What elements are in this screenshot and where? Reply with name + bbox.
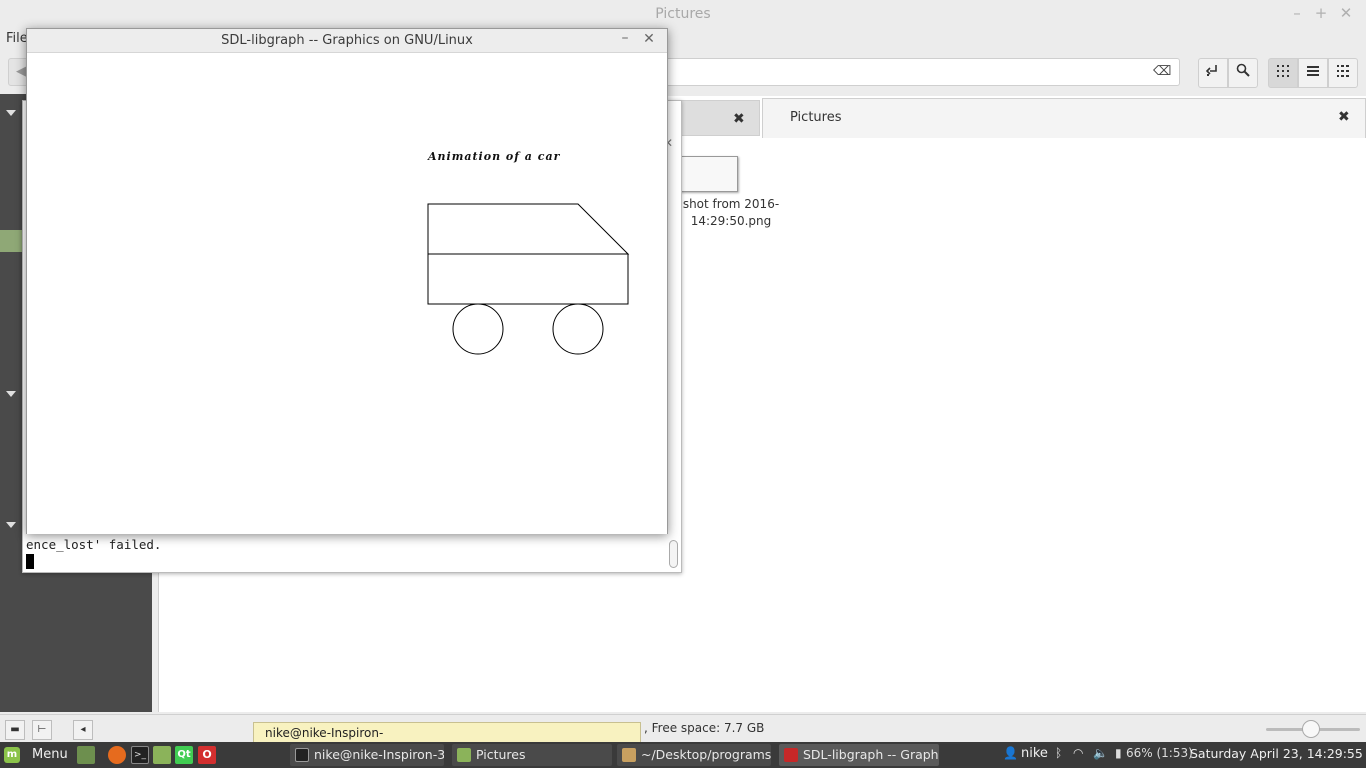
battery-status[interactable]: 66% (1:53)	[1126, 746, 1193, 760]
task-terminal[interactable]: nike@nike-Inspiron-3...	[290, 744, 444, 766]
terminal-icon[interactable]: >_	[131, 746, 149, 764]
sidebar-expander-icon[interactable]	[6, 391, 16, 397]
list-view-button[interactable]	[1298, 58, 1328, 88]
volume-icon[interactable]: 🔈	[1093, 746, 1108, 760]
terminal-output: ence_lost' failed.	[26, 537, 162, 552]
file-manager-title: Pictures	[655, 6, 711, 22]
location-bar[interactable]: ⌫	[660, 58, 1180, 86]
terminal-cursor	[26, 554, 34, 569]
location-toggle-icon	[1205, 65, 1217, 76]
menu-file[interactable]: File	[6, 31, 28, 46]
folder-icon	[622, 748, 636, 762]
file-name-line1: shot from 2016-	[682, 197, 780, 211]
menu-label: Menu	[32, 747, 68, 762]
search-icon	[1236, 63, 1250, 77]
grid-icon	[1277, 65, 1289, 77]
list-icon	[1307, 66, 1319, 76]
sidebar-expander-icon[interactable]	[6, 110, 16, 116]
task-label: SDL-libgraph -- Graphi...	[803, 747, 939, 762]
terminal-icon	[295, 748, 309, 762]
battery-icon[interactable]: ▮	[1115, 746, 1122, 760]
sdl-window-title: SDL-libgraph -- Graphics on GNU/Linux	[221, 33, 473, 48]
minimize-icon[interactable]: –	[1288, 4, 1306, 22]
zoom-slider-handle[interactable]	[1302, 720, 1320, 738]
task-label: Pictures	[476, 747, 526, 762]
search-button[interactable]	[1228, 58, 1258, 88]
task-label: ~/Desktop/programs/...	[641, 747, 771, 762]
show-places-button[interactable]: ▬	[5, 720, 25, 740]
firefox-icon[interactable]	[108, 746, 126, 764]
mint-logo-icon: m	[4, 747, 20, 763]
sdl-canvas	[27, 54, 667, 534]
task-pictures[interactable]: Pictures	[452, 744, 612, 766]
icon-view-button[interactable]	[1268, 58, 1298, 88]
task-programs-folder[interactable]: ~/Desktop/programs/...	[617, 744, 771, 766]
tab-pictures[interactable]: Pictures ✖	[762, 98, 1366, 138]
sdl-titlebar[interactable]: SDL-libgraph -- Graphics on GNU/Linux – …	[27, 29, 667, 53]
compact-icon	[1337, 65, 1349, 77]
sidebar-item-selected[interactable]	[0, 230, 24, 252]
bluetooth-icon[interactable]: ᛒ	[1055, 746, 1062, 760]
clock[interactable]: Saturday April 23, 14:29:55	[1190, 746, 1363, 761]
task-label: nike@nike-Inspiron-3...	[314, 747, 444, 762]
wifi-icon[interactable]: ◠	[1073, 746, 1083, 760]
sidebar-expander-icon[interactable]	[6, 522, 16, 528]
opera-icon[interactable]: O	[198, 746, 216, 764]
hide-sidebar-button[interactable]: ◂	[73, 720, 93, 740]
close-tab-icon[interactable]: ✖	[733, 111, 745, 127]
close-tab-icon[interactable]: ✖	[1338, 109, 1350, 125]
close-icon[interactable]: ✕	[641, 31, 657, 51]
folder-icon	[457, 748, 471, 762]
close-icon[interactable]: ✕	[1337, 4, 1355, 22]
terminal-scrollbar[interactable]	[669, 540, 678, 568]
qt-creator-icon[interactable]: Qt	[175, 746, 193, 764]
statusbar: ▬ ⊢ ◂ , Free space: 7.7 GB	[0, 714, 1366, 742]
maximize-icon[interactable]: +	[1312, 4, 1330, 22]
show-tree-button[interactable]: ⊢	[32, 720, 52, 740]
file-name-line2: 14:29:50.png	[690, 214, 772, 228]
sdl-window[interactable]: SDL-libgraph -- Graphics on GNU/Linux – …	[26, 28, 668, 534]
show-desktop-icon[interactable]	[77, 746, 95, 764]
tab-other[interactable]: ✖	[672, 100, 760, 136]
user-icon[interactable]: 👤	[1003, 746, 1018, 760]
task-sdl-libgraph[interactable]: SDL-libgraph -- Graphi...	[779, 744, 939, 766]
animation-caption: Animation of a car	[428, 150, 561, 163]
taskbar-tooltip: nike@nike-Inspiron-3537:/home/nike/Deskt…	[253, 722, 641, 760]
files-icon[interactable]	[153, 746, 171, 764]
bottom-panel: m Menu >_ Qt O nike@nike-Inspiron-3... P…	[0, 742, 1366, 768]
file-thumbnail[interactable]	[680, 156, 738, 192]
file-manager-titlebar: Pictures – + ✕	[0, 0, 1366, 28]
toggle-location-button[interactable]	[1198, 58, 1228, 88]
minimize-icon[interactable]: –	[617, 30, 633, 50]
compact-view-button[interactable]	[1328, 58, 1358, 88]
user-name[interactable]: nike	[1021, 746, 1048, 761]
status-text: , Free space: 7.7 GB	[644, 721, 765, 735]
file-name[interactable]: shot from 2016- 14:29:50.png	[676, 196, 786, 230]
clear-location-icon[interactable]: ⌫	[1153, 64, 1171, 79]
canvas-background	[27, 54, 667, 534]
tab-label: Pictures	[790, 110, 842, 125]
sdl-app-icon	[784, 748, 798, 762]
